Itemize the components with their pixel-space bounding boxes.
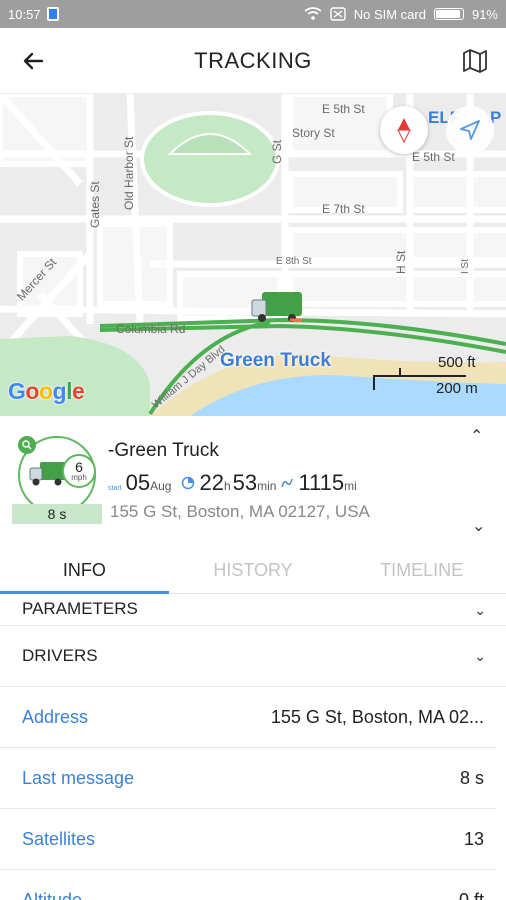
info-row-last-message[interactable]: Last message 8 s [0, 748, 496, 809]
speed-indicator: 6 mph [62, 454, 96, 488]
street-label: H St [394, 250, 408, 274]
row-label: Last message [22, 767, 135, 788]
no-sim-icon [330, 7, 346, 21]
compass-icon [397, 118, 411, 143]
street-label: Old Harbor St [122, 136, 136, 210]
hours-unit: h [223, 479, 231, 493]
section-title: PARAMETERS [22, 599, 138, 618]
last-update-badge: 8 s [12, 504, 102, 524]
row-label: Address [22, 706, 89, 727]
info-row-address[interactable]: Address 155 G St, Boston, MA 02... [0, 687, 496, 748]
section-parameters[interactable]: PARAMETERS ⌄ [0, 594, 506, 626]
trip-stats: start 05 Aug 22 h 53 min 1115 mi [108, 470, 367, 496]
unit-address: 155 G St, Boston, MA 02127, USA [110, 502, 370, 521]
battery-fill [435, 10, 460, 18]
chevron-down-icon: ⌄ [474, 602, 486, 618]
section-title: DRIVERS [22, 646, 98, 665]
tracking-screen: 10:57 No SIM card 91% TRACKING E 5th St … [0, 0, 506, 900]
clock-icon [182, 476, 195, 490]
chevron-down-icon[interactable]: ⌄ [472, 516, 485, 536]
street-label: I St [460, 258, 471, 274]
compass-button[interactable] [380, 106, 428, 154]
notification-icon [46, 7, 59, 21]
street-label: Columbia Rd [116, 322, 186, 336]
row-label: Satellites [22, 828, 96, 849]
duration-hours: 22 [199, 470, 224, 495]
chevron-up-icon[interactable]: ⌃ [470, 426, 483, 446]
distance-value: 1115 [298, 470, 345, 495]
google-logo: Google [8, 378, 85, 404]
unit-map-label: Green Truck [220, 350, 331, 371]
street-label: Gates St [88, 181, 102, 228]
street-label: Story St [292, 126, 335, 140]
row-label: Altitude [22, 889, 83, 900]
battery-icon [433, 8, 464, 20]
wifi-icon [304, 7, 322, 20]
status-bar: 10:57 No SIM card 91% [0, 0, 506, 28]
row-value: 8 s [459, 767, 484, 788]
street-label: E 5th St [322, 102, 365, 116]
section-drivers[interactable]: DRIVERS ⌄ [0, 626, 506, 687]
street-label: E 8th St [276, 256, 312, 267]
info-row-altitude[interactable]: Altitude 0 ft [0, 870, 496, 900]
tab-bar: INFO HISTORY TIMELINE [0, 546, 506, 594]
start-month: Aug [150, 479, 172, 493]
unit-card[interactable]: 6 mph 8 s -Green Truck start 05 Aug 22 h… [0, 416, 506, 546]
status-right: No SIM card 91% [304, 7, 498, 22]
speed-unit: mph [71, 473, 87, 482]
row-value: 155 G St, Boston, MA 02... [270, 706, 484, 727]
scale-feet: 500 ft [438, 354, 476, 371]
chevron-down-icon: ⌄ [474, 647, 486, 664]
search-icon[interactable] [18, 436, 36, 454]
map-icon[interactable] [462, 48, 488, 74]
row-value: 0 ft [458, 889, 484, 900]
duration-minutes: 53 [232, 470, 258, 495]
info-list[interactable]: PARAMETERS ⌄ DRIVERS ⌄ Address 155 G St,… [0, 594, 506, 900]
status-time: 10:57 [8, 6, 41, 22]
distance-icon [281, 478, 294, 488]
map-view[interactable]: E 5th St Story St E 5th St E 7th St E 8t… [0, 94, 506, 416]
unit-name: -Green Truck [108, 440, 219, 461]
scale-meters: 200 m [436, 380, 478, 397]
start-day: 05 [125, 470, 151, 495]
network-status: No SIM card [353, 6, 426, 22]
my-location-button[interactable] [446, 106, 494, 154]
row-value: 13 [463, 828, 484, 849]
app-bar: TRACKING [0, 28, 506, 94]
distance-unit: mi [344, 479, 357, 493]
street-label: G St [270, 139, 284, 164]
speed-value: 6 [75, 459, 83, 475]
page-title: TRACKING [194, 47, 312, 73]
tab-info[interactable]: INFO [0, 546, 169, 594]
minutes-unit: min [257, 479, 277, 493]
tab-history[interactable]: HISTORY [169, 546, 338, 593]
battery-percent: 91% [471, 6, 498, 22]
info-row-satellites[interactable]: Satellites 13 [0, 809, 496, 870]
start-label: start [108, 485, 122, 492]
street-label: E 7th St [322, 202, 365, 216]
tab-timeline[interactable]: TIMELINE [337, 546, 506, 593]
street-label: E 5th St [412, 150, 455, 164]
back-arrow-icon[interactable] [18, 46, 48, 76]
navigation-arrow-icon [460, 120, 480, 140]
